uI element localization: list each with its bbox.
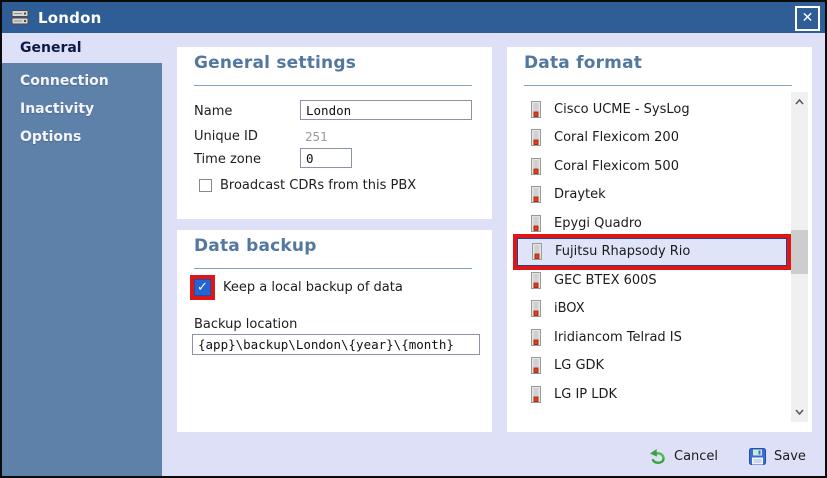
sidebar-item-general[interactable]: General bbox=[2, 33, 162, 63]
pbx-device-icon bbox=[531, 271, 541, 289]
pbx-window-icon bbox=[11, 10, 29, 25]
pbx-device-icon bbox=[531, 357, 541, 375]
data-format-title: Data format bbox=[524, 53, 643, 73]
format-item-label: Epygi Quadro bbox=[554, 215, 642, 231]
format-item-label: LG GDK bbox=[554, 358, 605, 374]
sidebar: Connection Inactivity Options bbox=[2, 63, 162, 476]
window-title: London bbox=[38, 8, 102, 27]
general-settings-title: General settings bbox=[194, 53, 357, 73]
red-highlight-box: ✓ bbox=[190, 275, 215, 300]
unique-id-value: 251 bbox=[305, 129, 328, 144]
sidebar-item-options[interactable]: Options bbox=[2, 123, 162, 151]
data-format-list: Cisco UCME - SysLog Coral Flexicom 200 C… bbox=[513, 95, 791, 409]
title-bar: London ✕ bbox=[2, 2, 825, 33]
scrollbar-thumb[interactable] bbox=[791, 230, 808, 274]
sidebar-item-connection[interactable]: Connection bbox=[2, 67, 162, 95]
keep-backup-row: ✓ Keep a local backup of data bbox=[190, 275, 403, 300]
format-item-label: Coral Flexicom 200 bbox=[554, 130, 679, 146]
data-backup-panel: Data backup ✓ Keep a local backup of dat… bbox=[177, 230, 492, 432]
time-zone-input[interactable] bbox=[300, 148, 352, 168]
pbx-device-icon bbox=[531, 300, 541, 318]
cancel-button[interactable]: Cancel bbox=[648, 448, 718, 464]
format-item-label: Draytek bbox=[554, 187, 606, 203]
pbx-device-icon bbox=[531, 129, 541, 147]
format-item[interactable]: Coral Flexicom 500 bbox=[517, 152, 787, 181]
save-button[interactable]: Save bbox=[749, 448, 806, 465]
format-item[interactable]: Cisco UCME - SysLog bbox=[517, 95, 787, 124]
name-input[interactable] bbox=[300, 100, 472, 120]
keep-backup-label: Keep a local backup of data bbox=[223, 280, 403, 295]
divider bbox=[194, 268, 472, 269]
format-item-label: Fujitsu Rhapsody Rio bbox=[555, 244, 691, 260]
pbx-device-icon bbox=[531, 385, 541, 403]
general-settings-panel: General settings Name Unique ID 251 Time… bbox=[177, 47, 492, 219]
sidebar-item-inactivity[interactable]: Inactivity bbox=[2, 95, 162, 123]
close-button[interactable]: ✕ bbox=[795, 6, 820, 31]
name-label: Name bbox=[194, 104, 233, 119]
unique-id-label: Unique ID bbox=[194, 129, 258, 144]
scroll-up-icon[interactable] bbox=[791, 94, 808, 110]
pbx-device-icon bbox=[531, 186, 541, 204]
format-item[interactable]: LG GDK bbox=[517, 352, 787, 381]
format-item-label: LG IP LDK bbox=[554, 386, 618, 402]
format-item[interactable]: iBOX bbox=[517, 295, 787, 324]
pbx-device-icon bbox=[531, 100, 541, 118]
format-item-label: iBOX bbox=[554, 301, 585, 317]
format-item[interactable]: GEC BTEX 600S bbox=[517, 266, 787, 295]
pbx-device-icon bbox=[531, 328, 541, 346]
cancel-undo-icon bbox=[648, 448, 666, 464]
data-format-panel: Data format Cisco UCME - SysLog Coral Fl… bbox=[507, 47, 812, 432]
broadcast-cdrs-label: Broadcast CDRs from this PBX bbox=[220, 178, 417, 193]
pbx-settings-dialog: London ✕ General Connection Inactivity Opt… bbox=[0, 0, 827, 478]
data-backup-title: Data backup bbox=[194, 236, 317, 256]
sidebar-item-label: Options bbox=[20, 129, 82, 145]
divider bbox=[194, 85, 472, 86]
format-item[interactable]: Draytek bbox=[517, 181, 787, 210]
sidebar-item-label: Inactivity bbox=[20, 101, 95, 117]
sidebar-item-label: General bbox=[20, 40, 82, 56]
format-item-label: Iridiancom Telrad IS bbox=[554, 329, 682, 345]
sidebar-item-label: Connection bbox=[20, 73, 109, 89]
divider bbox=[524, 85, 792, 86]
format-item[interactable]: LG IP LDK bbox=[517, 380, 787, 409]
format-item-label: GEC BTEX 600S bbox=[554, 272, 657, 288]
pbx-device-icon bbox=[531, 214, 541, 232]
time-zone-label: Time zone bbox=[194, 152, 261, 167]
broadcast-cdrs-checkbox[interactable] bbox=[199, 179, 212, 192]
format-item[interactable]: Iridiancom Telrad IS bbox=[517, 323, 787, 352]
format-item-label: Cisco UCME - SysLog bbox=[554, 101, 690, 117]
format-item[interactable]: Coral Flexicom 200 bbox=[517, 124, 787, 153]
backup-location-input[interactable] bbox=[192, 334, 480, 355]
scrollbar[interactable] bbox=[791, 92, 808, 422]
format-item[interactable]: Epygi Quadro bbox=[517, 209, 787, 238]
scroll-down-icon[interactable] bbox=[791, 404, 808, 420]
keep-backup-checkbox[interactable]: ✓ bbox=[194, 279, 211, 296]
save-disk-icon bbox=[749, 448, 766, 465]
pbx-device-icon bbox=[532, 243, 542, 261]
broadcast-cdrs-row: Broadcast CDRs from this PBX bbox=[199, 178, 416, 193]
format-item-label: Coral Flexicom 500 bbox=[554, 158, 679, 174]
backup-location-label: Backup location bbox=[194, 317, 298, 332]
format-item[interactable]: Fujitsu Rhapsody Rio bbox=[513, 233, 791, 270]
save-label: Save bbox=[774, 449, 806, 464]
cancel-label: Cancel bbox=[674, 448, 719, 464]
pbx-device-icon bbox=[531, 157, 541, 175]
